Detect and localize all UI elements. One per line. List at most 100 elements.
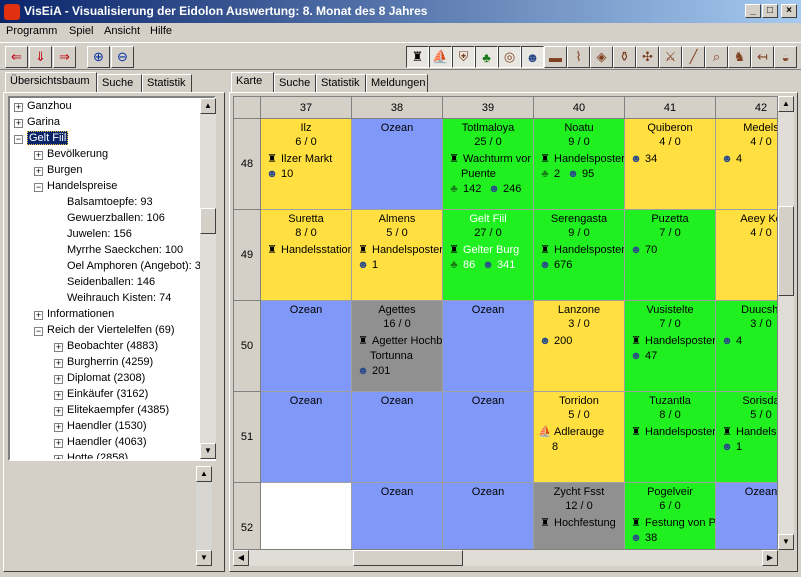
sword-filter-button[interactable]: ⚔ (659, 46, 682, 68)
column-header[interactable]: 42 (716, 97, 777, 119)
tab-suche-right[interactable]: Suche (274, 74, 316, 92)
expand-icon[interactable]: + (34, 167, 43, 176)
tree-item[interactable]: Burgen (47, 164, 82, 180)
jar-filter-button[interactable]: ⚱ (613, 46, 636, 68)
expand-icon[interactable]: + (14, 103, 23, 112)
tree-item[interactable]: Seidenballen: 146 (67, 276, 155, 292)
map-cell[interactable]: Ilz 6 / 0 ♜ Ilzer Markt ☻ 10 (261, 119, 352, 210)
map-cell[interactable]: Sorisda 5 / 0 ♜ Handels ☻ 1 (716, 392, 777, 483)
coins-filter-button[interactable]: ◎ (498, 46, 521, 68)
tree-scrollbar[interactable]: ▲ ▼ (200, 98, 216, 459)
tree-item[interactable]: Bevölkerung (47, 148, 108, 164)
expand-icon[interactable]: + (54, 375, 63, 384)
map-scroll-left-button[interactable]: ◀ (233, 550, 249, 566)
map-cell[interactable]: Ozean (261, 392, 352, 483)
tree-item[interactable]: Informationen (47, 308, 114, 324)
close-button[interactable]: × (781, 4, 797, 18)
map-cell[interactable]: Puzetta 7 / 0 ☻ 70 (625, 210, 716, 301)
scroll-thumb[interactable] (200, 208, 216, 234)
map-cell[interactable]: Almens 5 / 0 ♜ Handelsposter ☻ 1 (352, 210, 443, 301)
tree-item[interactable]: Oel Amphoren (Angebot): 3 (67, 260, 201, 276)
tree-item[interactable]: Ganzhou (27, 100, 72, 116)
scroll-down-button[interactable]: ▼ (200, 443, 216, 459)
tree-item[interactable]: Burgherrin (4259) (67, 356, 153, 372)
map-vscroll-thumb[interactable] (778, 206, 794, 296)
staff-filter-button[interactable]: ╱ (682, 46, 705, 68)
tree-item[interactable]: Hotte (2858) (67, 452, 128, 459)
castle-filter-button[interactable]: ♜ (406, 46, 429, 68)
map-cell[interactable]: Medels 4 / 0 ☻ 4 (716, 119, 777, 210)
menu-spiel[interactable]: Spiel (69, 25, 93, 37)
map-cell[interactable]: Agettes 16 / 0 ♜ Agetter Hochb Tortunna ☻ 201 (352, 301, 443, 392)
tab-statistik-right[interactable]: Statistik (316, 74, 366, 92)
map-cell[interactable]: Ozean (261, 301, 352, 392)
collapse-icon[interactable]: − (34, 183, 43, 192)
cube-filter-button[interactable]: ◈ (590, 46, 613, 68)
zoom-out-button[interactable]: ⊖ (111, 46, 134, 68)
map-cell[interactable]: Ozean (443, 301, 534, 392)
map-hscroll[interactable]: ◀ ▶ (233, 550, 778, 566)
tree-item[interactable]: Elitekaempfer (4385) (67, 404, 169, 420)
open-down-button[interactable]: ⇓ (29, 46, 52, 68)
map-cell[interactable]: Aeey Ko 4 / 0 (716, 210, 777, 301)
map-cell[interactable]: Totlmaloya 25 / 0 ♜ Wachturm vor Puente ♣ 142 ☻… (443, 119, 534, 210)
tree-item[interactable]: Juwelen: 156 (67, 228, 132, 244)
map-cell[interactable]: Noatu 9 / 0 ♜ Handelsposter ♣ 2 ☻ 95 (534, 119, 625, 210)
maximize-button[interactable]: □ (762, 4, 778, 18)
tree-item[interactable]: Beobachter (4883) (67, 340, 158, 356)
scroll-filter-button[interactable]: ⌇ (567, 46, 590, 68)
map-cell[interactable]: Vusistelte 7 / 0 ♜ Handelsposter ☻ 47 (625, 301, 716, 392)
tree-item[interactable]: Balsamtoepfe: 93 (67, 196, 153, 212)
tree-item[interactable]: Gelt Fiil (27, 131, 69, 148)
zoom-in-button[interactable]: ⊕ (87, 46, 110, 68)
row-header[interactable]: 48 (234, 119, 261, 210)
tab-suche-left[interactable]: Suche (97, 74, 142, 92)
expand-icon[interactable]: + (14, 119, 23, 128)
map-cell[interactable]: Ozean (352, 119, 443, 210)
map-cell[interactable]: Ozean (352, 483, 443, 549)
collapse-icon[interactable]: − (14, 135, 23, 144)
tree-item[interactable]: Gewuerzballen: 106 (67, 212, 165, 228)
row-header[interactable]: 52 (234, 483, 261, 549)
map-cell[interactable]: Ozean (352, 392, 443, 483)
map-scroll-up-button[interactable]: ▲ (778, 96, 794, 112)
scroll-up-button[interactable]: ▲ (200, 98, 216, 114)
menu-ansicht[interactable]: Ansicht (104, 25, 140, 37)
tree-item[interactable]: Einkäufer (3162) (67, 388, 148, 404)
lower-scroll-down-button[interactable]: ▼ (196, 550, 212, 566)
bowl-filter-button[interactable]: ◒ (774, 46, 797, 68)
map-cell[interactable]: Tuzantla 8 / 0 ♜ Handelsposter (625, 392, 716, 483)
column-header[interactable]: 41 (625, 97, 716, 119)
tree-item[interactable]: Reich der Viertelelfen (69) (47, 324, 175, 340)
tree-filter-button[interactable]: ♣ (475, 46, 498, 68)
map-cell[interactable]: Ozean (716, 483, 777, 549)
horse-filter-button[interactable]: ♞ (728, 46, 751, 68)
expand-icon[interactable]: + (54, 423, 63, 432)
tree-item[interactable]: Myrrhe Saeckchen: 100 (67, 244, 183, 260)
tree-item[interactable]: Haendler (1530) (67, 420, 147, 436)
people-filter-button[interactable]: ☻ (521, 46, 544, 68)
map-cell[interactable]: Ozean (443, 392, 534, 483)
tab-statistik-left[interactable]: Statistik (142, 74, 192, 92)
tree-item[interactable]: Garina (27, 116, 60, 132)
map-scroll-right-button[interactable]: ▶ (762, 550, 778, 566)
map-cell[interactable]: Ozean (443, 483, 534, 549)
map-cell[interactable]: Duucshi 3 / 0 ☻ 4 (716, 301, 777, 392)
arrow-filter-button[interactable]: ↤ (751, 46, 774, 68)
shield-filter-button[interactable]: ⛨ (452, 46, 475, 68)
expand-icon[interactable]: + (54, 407, 63, 416)
map-cell[interactable]: Quiberon 4 / 0 ☻ 34 (625, 119, 716, 210)
map-cell[interactable]: Lanzone 3 / 0 ☻ 200 (534, 301, 625, 392)
tree-item[interactable]: Weihrauch Kisten: 74 (67, 292, 171, 308)
map-cell[interactable]: Serengasta 9 / 0 ♜ Handelsposter ☻ 676 (534, 210, 625, 301)
collapse-icon[interactable]: − (34, 327, 43, 336)
expand-icon[interactable]: + (54, 439, 63, 448)
lower-scroll-up-button[interactable]: ▲ (196, 466, 212, 482)
map-hscroll-thumb[interactable] (353, 550, 463, 566)
column-header[interactable]: 40 (534, 97, 625, 119)
magnifier-filter-button[interactable]: ⌕ (705, 46, 728, 68)
menu-programm[interactable]: Programm (6, 25, 57, 37)
expand-icon[interactable]: + (54, 343, 63, 352)
row-header[interactable]: 51 (234, 392, 261, 483)
ship-filter-button[interactable]: ⛵ (429, 46, 452, 68)
